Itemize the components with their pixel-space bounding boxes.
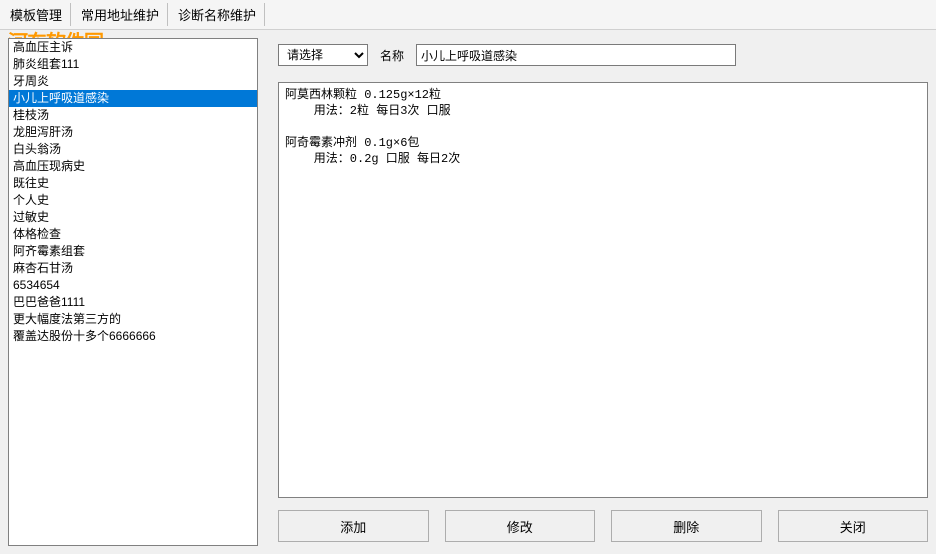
list-item[interactable]: 阿齐霉素组套: [9, 243, 257, 260]
name-label: 名称: [380, 47, 404, 64]
close-button[interactable]: 关闭: [778, 510, 929, 542]
toolbar: 模板管理 常用地址维护 诊断名称维护: [0, 0, 936, 30]
list-item[interactable]: 更大幅度法第三方的: [9, 311, 257, 328]
tab-address-maintain[interactable]: 常用地址维护: [73, 3, 168, 26]
list-item[interactable]: 过敏史: [9, 209, 257, 226]
list-item[interactable]: 麻杏石甘汤: [9, 260, 257, 277]
list-item[interactable]: 巴巴爸爸1111: [9, 294, 257, 311]
list-item[interactable]: 肺炎组套111: [9, 56, 257, 73]
list-item[interactable]: 龙胆泻肝汤: [9, 124, 257, 141]
main-area: 高血压主诉肺炎组套111牙周炎小儿上呼吸道感染桂枝汤龙胆泻肝汤白头翁汤高血压现病…: [0, 30, 936, 554]
content-panel: 请选择 名称 阿莫西林颗粒 0.125g×12粒 用法：2粒 每日3次 口服 阿…: [278, 38, 928, 546]
form-row: 请选择 名称: [278, 38, 928, 72]
detail-textarea[interactable]: 阿莫西林颗粒 0.125g×12粒 用法：2粒 每日3次 口服 阿奇霉素冲剂 0…: [278, 82, 928, 498]
list-item[interactable]: 桂枝汤: [9, 107, 257, 124]
list-item[interactable]: 体格检查: [9, 226, 257, 243]
list-item[interactable]: 个人史: [9, 192, 257, 209]
add-button[interactable]: 添加: [278, 510, 429, 542]
list-item[interactable]: 高血压现病史: [9, 158, 257, 175]
tab-template-manage[interactable]: 模板管理: [2, 3, 71, 26]
delete-button[interactable]: 删除: [611, 510, 762, 542]
type-select[interactable]: 请选择: [278, 44, 368, 66]
list-item[interactable]: 既往史: [9, 175, 257, 192]
name-input[interactable]: [416, 44, 736, 66]
list-item[interactable]: 白头翁汤: [9, 141, 257, 158]
modify-button[interactable]: 修改: [445, 510, 596, 542]
list-item[interactable]: 牙周炎: [9, 73, 257, 90]
list-item[interactable]: 高血压主诉: [9, 39, 257, 56]
button-row: 添加 修改 删除 关闭: [278, 508, 928, 546]
template-list[interactable]: 高血压主诉肺炎组套111牙周炎小儿上呼吸道感染桂枝汤龙胆泻肝汤白头翁汤高血压现病…: [8, 38, 258, 546]
list-item[interactable]: 6534654: [9, 277, 257, 294]
tab-diagnosis-maintain[interactable]: 诊断名称维护: [170, 3, 265, 26]
list-item[interactable]: 小儿上呼吸道感染: [9, 90, 257, 107]
list-item[interactable]: 覆盖达股份十多个6666666: [9, 328, 257, 345]
